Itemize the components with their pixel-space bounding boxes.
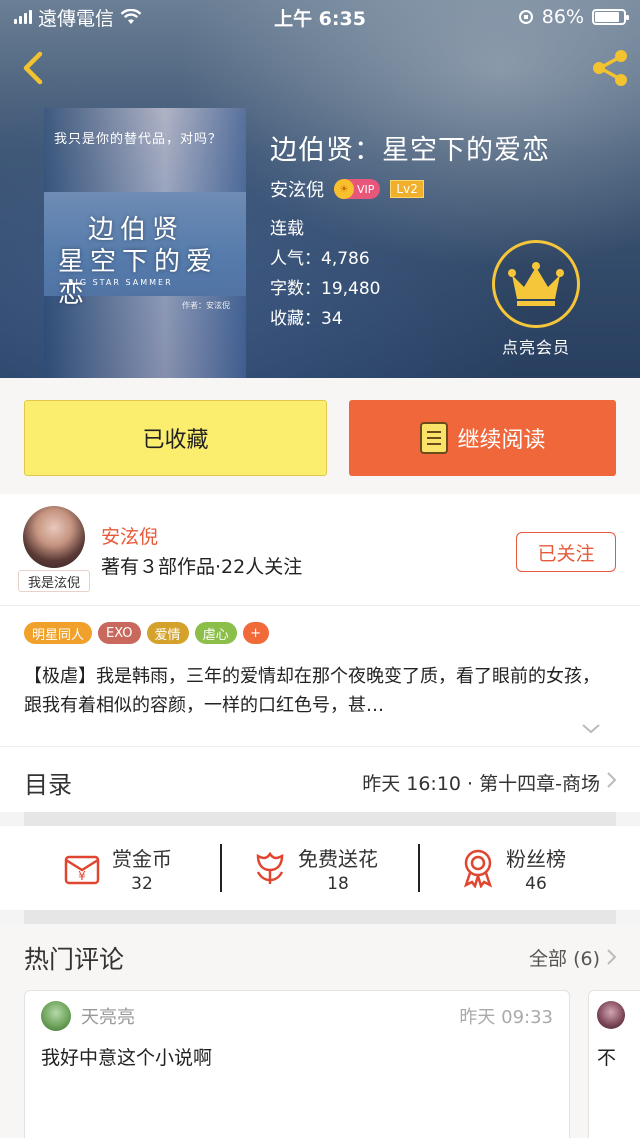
divider [220, 844, 222, 892]
divider [418, 844, 420, 892]
summary-section: 明星同人 EXO 爱情 虐心 + 【极虐】我是韩雨，三年的爱情却在那个夜晚变了质… [0, 606, 640, 746]
comment-text: 我好中意这个小说啊 [41, 1047, 213, 1069]
book-cover[interactable]: 我只是你的替代品，对吗？ 边伯贤 星空下的爱恋 BIG STAR SAMMER … [44, 108, 246, 378]
book-popularity: 人气：4,786 [270, 249, 370, 269]
chevron-down-icon[interactable] [582, 724, 600, 734]
cover-tagline: 我只是你的替代品，对吗？ [54, 132, 223, 147]
book-icon [420, 422, 449, 454]
book-words: 字数：19,480 [270, 279, 381, 299]
reward-count: 46 [525, 873, 547, 894]
vip-badge: ☀ VIP [334, 179, 381, 199]
author-card-stats: 著有３部作品·22人关注 [101, 556, 303, 578]
hot-comments: 热门评论 全部 (6) 天亮亮 昨天 09:33 我好中意这个小说啊 不 [0, 924, 640, 1138]
member-button[interactable]: 点亮会员 [492, 240, 580, 358]
member-label: 点亮会员 [501, 338, 570, 357]
comment-text: 不 [597, 1047, 617, 1069]
flower-icon [256, 851, 284, 884]
back-icon[interactable] [14, 46, 54, 90]
continue-reading-label: 继续阅读 [457, 428, 546, 453]
book-summary[interactable]: 【极虐】我是韩雨，三年的爱情却在那个夜晚变了质，看了眼前的女孩，跟我有着相似的容… [24, 662, 604, 720]
crown-icon [508, 262, 564, 306]
commenter-name[interactable]: 天亮亮 [81, 1003, 135, 1029]
author-avatar[interactable] [23, 506, 85, 568]
toc-latest-chapter: 昨天 16:10 · 第十四章-商场 [362, 773, 600, 795]
rotation-lock-icon [518, 10, 533, 24]
commenter-avatar[interactable] [41, 1001, 71, 1031]
add-tag-button[interactable]: + [242, 622, 269, 644]
status-time: 上午 6:35 [274, 7, 366, 30]
reward-count: 18 [327, 873, 349, 894]
battery-icon [592, 9, 629, 25]
comment-time: 昨天 09:33 [459, 1007, 553, 1028]
collected-button[interactable]: 已收藏 [24, 400, 327, 476]
cover-title: 边伯贤 星空下的爱恋 [58, 215, 219, 309]
section-divider [24, 812, 616, 826]
chevron-right-icon[interactable] [606, 948, 618, 966]
level-badge: Lv2 [390, 180, 424, 198]
avatar-tag: 我是泫倪 [18, 570, 90, 592]
chevron-right-icon [607, 772, 617, 788]
tag-item[interactable]: EXO [98, 622, 141, 644]
continue-reading-button[interactable]: 继续阅读 [349, 400, 616, 476]
action-bar: 已收藏 继续阅读 [0, 378, 640, 494]
section-divider [24, 910, 616, 924]
wifi-icon [120, 9, 142, 24]
book-favorites: 收藏：34 [270, 309, 343, 329]
reward-coins-button[interactable]: ¥ 赏金币 32 [62, 842, 172, 894]
author-card-name[interactable]: 安泫倪 [101, 522, 158, 549]
medal-icon [463, 849, 493, 888]
book-title: 边伯贤：星空下的爱恋 [270, 135, 550, 166]
table-of-contents[interactable]: 目录 昨天 16:10 · 第十四章-商场 [0, 746, 640, 812]
svg-text:¥: ¥ [78, 869, 86, 883]
reward-count: 32 [131, 873, 153, 894]
comment-card[interactable]: 不 [588, 990, 640, 1138]
sun-icon: ☀ [334, 179, 354, 199]
cover-author: 作者：安泫倪 [182, 301, 230, 310]
rewards-bar: ¥ 赏金币 32 免费送花 18 粉丝榜 46 [0, 826, 640, 910]
comments-title: 热门评论 [24, 945, 125, 974]
reward-label: 免费送花 [298, 846, 378, 871]
battery-percent: 86% [541, 6, 584, 28]
all-comments-link[interactable]: 全部 (6) [529, 944, 600, 971]
cover-subtitle: BIG STAR SAMMER [68, 278, 173, 287]
book-author[interactable]: 安泫倪 [270, 176, 324, 202]
book-header: 遠傳電信 上午 6:35 86% 我只是你的替代品，对吗？ 边伯贤 星空下的爱恋… [0, 0, 640, 378]
toc-title: 目录 [24, 771, 72, 799]
comment-card[interactable]: 天亮亮 昨天 09:33 我好中意这个小说啊 [24, 990, 570, 1138]
tag-item[interactable]: 爱情 [146, 622, 189, 644]
reward-label: 粉丝榜 [506, 846, 566, 871]
status-bar: 遠傳電信 上午 6:35 86% [0, 0, 640, 34]
reward-label: 赏金币 [112, 846, 172, 871]
reward-flower-button[interactable]: 免费送花 18 [252, 842, 378, 894]
tag-item[interactable]: 明星同人 [24, 622, 93, 644]
share-icon[interactable] [588, 46, 632, 90]
coin-envelope-icon: ¥ [64, 855, 100, 885]
tag-item[interactable]: 虐心 [194, 622, 237, 644]
signal-icon [14, 10, 32, 24]
tag-list: 明星同人 EXO 爱情 虐心 + [24, 622, 269, 644]
follow-button[interactable]: 已关注 [516, 532, 616, 572]
fan-ranking-button[interactable]: 粉丝榜 46 [460, 842, 566, 894]
book-status: 连载 [270, 219, 304, 239]
author-row: 安泫倪 ☀ VIP Lv2 [270, 176, 424, 202]
commenter-avatar[interactable] [597, 1001, 625, 1029]
carrier-name: 遠傳電信 [38, 7, 115, 30]
